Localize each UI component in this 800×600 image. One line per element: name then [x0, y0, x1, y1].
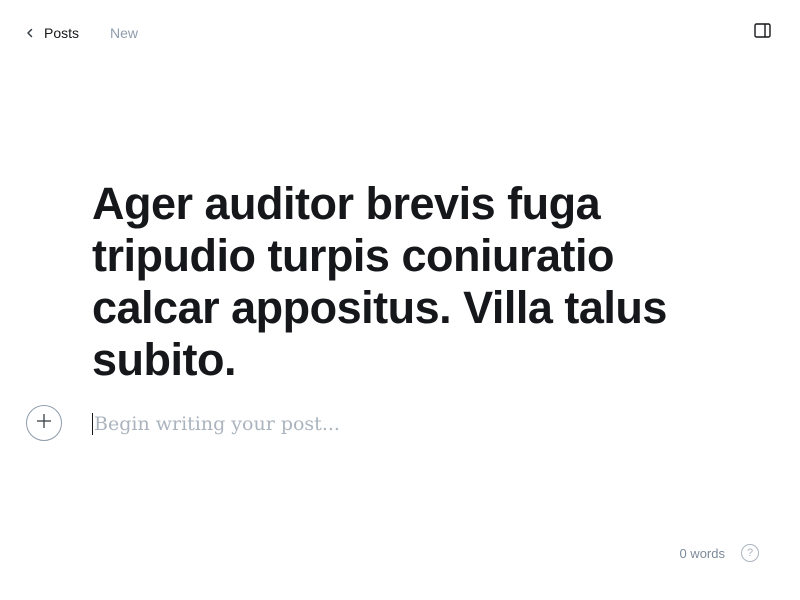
- back-to-posts-link[interactable]: Posts: [26, 25, 79, 41]
- add-card-button[interactable]: [26, 405, 62, 441]
- post-body-editor[interactable]: Begin writing your post...: [92, 410, 692, 438]
- word-count: 0 words: [679, 545, 725, 561]
- post-status: New: [110, 25, 139, 41]
- post-title[interactable]: Ager auditor brevis fuga tripudio turpis…: [92, 178, 692, 386]
- text-cursor: [92, 413, 93, 435]
- sidebar-panel-icon: [753, 23, 771, 43]
- editor-header: Posts New: [26, 20, 774, 46]
- help-circle-icon[interactable]: ?: [741, 544, 759, 562]
- breadcrumb: Posts New: [26, 25, 138, 41]
- post-editor: Posts New Ager auditor brevis fuga tripu…: [0, 0, 800, 600]
- settings-sidebar-toggle[interactable]: [750, 21, 774, 45]
- editor-footer: 0 words ?: [679, 542, 759, 564]
- chevron-left-icon: [26, 26, 38, 41]
- plus-icon: [36, 413, 52, 434]
- back-link-label: Posts: [44, 25, 80, 41]
- body-placeholder: Begin writing your post...: [94, 413, 340, 435]
